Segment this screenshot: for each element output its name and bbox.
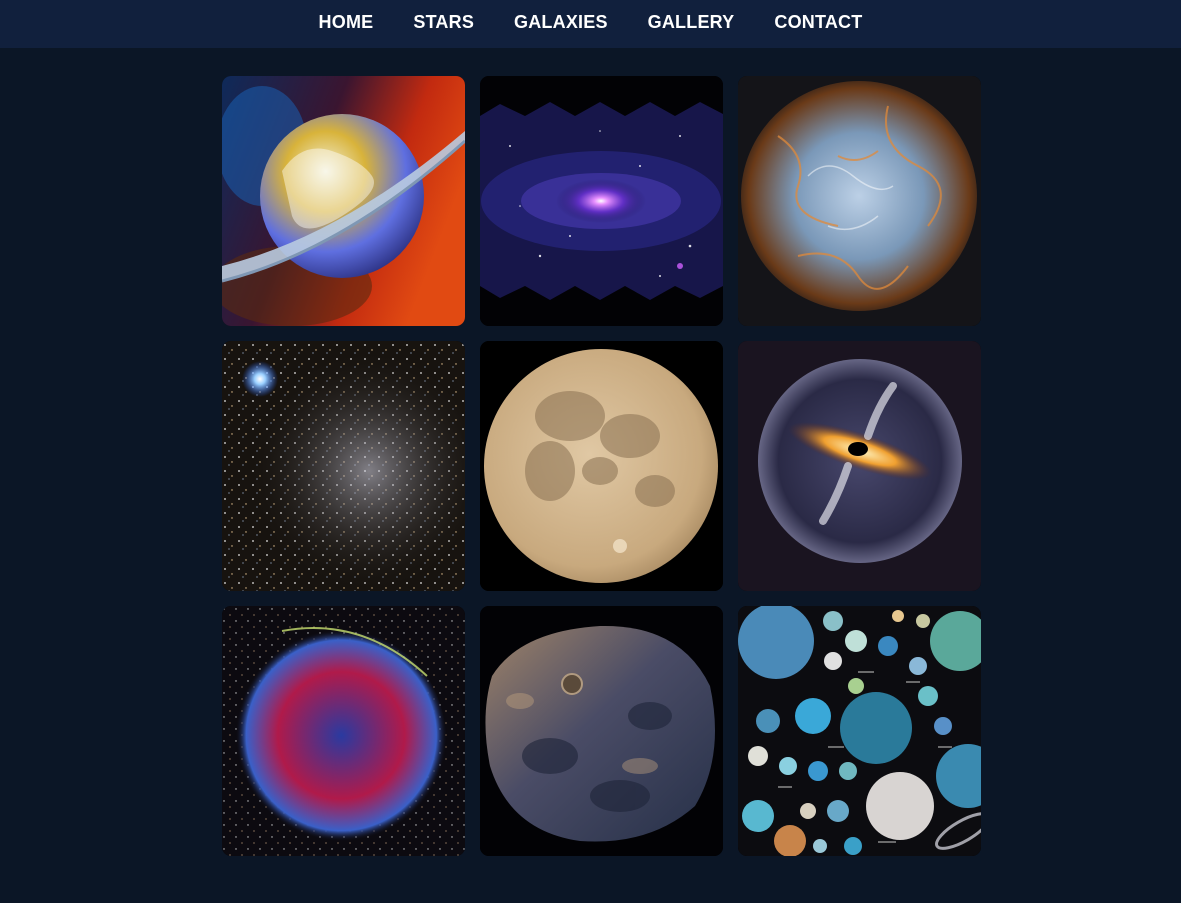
black-hole-image [738,341,981,591]
gallery-tile-star-cluster[interactable] [222,341,465,591]
moon-image [480,341,723,591]
gallery-tile-spiral-galaxy[interactable] [480,76,723,326]
nav-contact-link[interactable]: CONTACT [774,12,862,33]
asteroid-image [480,606,723,856]
nav-gallery-link[interactable]: GALLERY [648,12,735,33]
spiral-galaxy-image [480,76,723,326]
supernova-remnant-image [222,606,465,856]
nav-stars-link[interactable]: STARS [413,12,474,33]
exoplanets-collage-image [738,606,981,856]
gallery-tile-moon[interactable] [480,341,723,591]
nav-home-link[interactable]: HOME [319,12,374,33]
gallery-tile-exoplanets-collage[interactable] [738,606,981,856]
gallery-tile-supernova-remnant[interactable] [222,606,465,856]
nav-galaxies-link[interactable]: GALAXIES [514,12,608,33]
gallery-tile-black-hole[interactable] [738,341,981,591]
image-gallery-grid [222,76,981,856]
gallery-tile-nebula[interactable] [738,76,981,326]
star-cluster-image [222,341,465,591]
top-navigation: HOME STARS GALAXIES GALLERY CONTACT [0,0,1181,48]
gallery-tile-ringed-planet[interactable] [222,76,465,326]
gallery-tile-asteroid[interactable] [480,606,723,856]
nebula-image [738,76,981,326]
ringed-planet-image [222,76,465,326]
